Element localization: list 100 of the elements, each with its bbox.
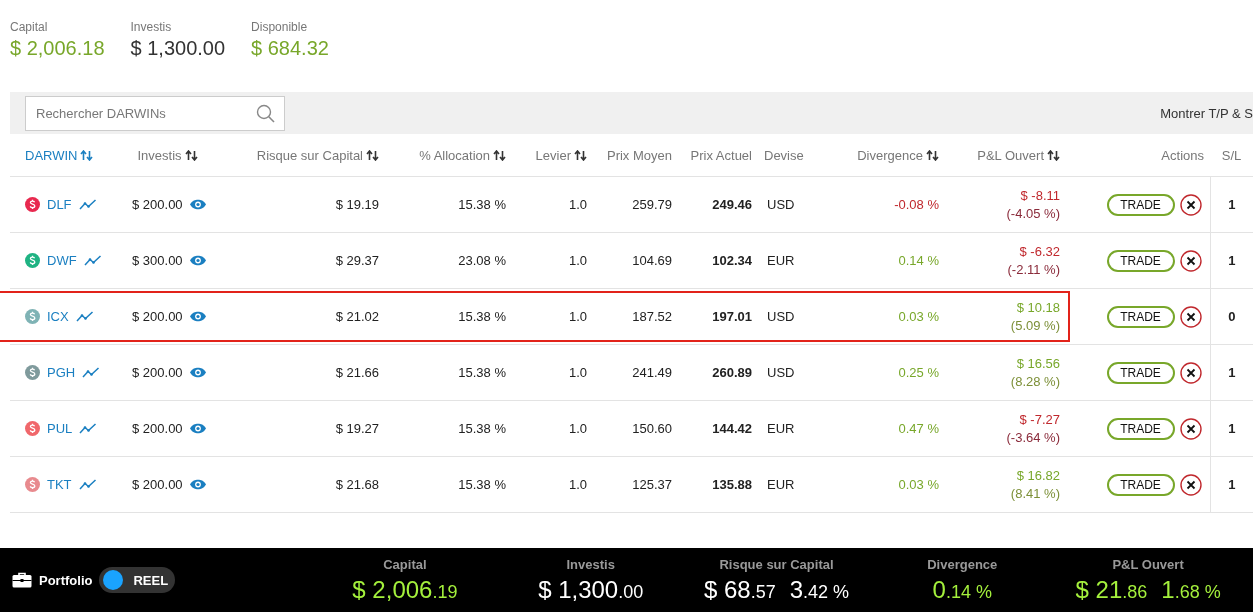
- stat-value: $ 68.57: [703, 575, 776, 604]
- table-cell: $ 21.02: [335, 309, 379, 324]
- sort-icon[interactable]: [574, 149, 587, 161]
- column-header: S/L: [1221, 147, 1242, 163]
- table-cell: 0.14 %: [898, 253, 939, 268]
- darwin-link[interactable]: PGH: [47, 365, 76, 380]
- table-cell: $ 21.66: [335, 365, 379, 380]
- sortable-column-header[interactable]: % Allocation: [419, 147, 506, 163]
- eye-icon[interactable]: [188, 255, 207, 266]
- stat-label: Investis: [566, 556, 615, 572]
- toggle-label[interactable]: Montrer T/P & S: [1160, 105, 1253, 121]
- close-icon[interactable]: [1179, 305, 1202, 328]
- table-cell: 1: [1228, 421, 1236, 436]
- table-cell: $ -8.11: [1020, 188, 1060, 203]
- table-cell: $ 10.18: [1016, 300, 1060, 315]
- eye-icon[interactable]: [188, 311, 207, 322]
- table-cell: 0.03 %: [898, 309, 939, 324]
- table-cell: 187.52: [632, 309, 672, 324]
- close-icon[interactable]: [1179, 417, 1202, 440]
- trend-chart-icon[interactable]: [82, 367, 101, 378]
- table-cell: 0.03 %: [898, 477, 939, 492]
- darwin-link[interactable]: DLF: [47, 197, 72, 212]
- stat-label: Divergence: [927, 556, 998, 572]
- table-cell: 241.49: [632, 365, 672, 380]
- briefcase-icon: [12, 572, 32, 588]
- close-icon[interactable]: [1179, 193, 1202, 216]
- table-cell: 23.08 %: [458, 253, 506, 268]
- stat-value: 3.42 %: [789, 575, 850, 604]
- trend-chart-icon[interactable]: [75, 311, 94, 322]
- summary-value: $ 684.32: [251, 37, 329, 60]
- table-cell: 197.01: [712, 309, 752, 324]
- column-header: Devise: [764, 147, 804, 163]
- stat-value: $ 1,300.00: [538, 575, 644, 604]
- trend-chart-icon[interactable]: [78, 199, 97, 210]
- sort-icon[interactable]: [366, 149, 379, 161]
- darwin-link[interactable]: ICX: [47, 309, 69, 324]
- darwin-link[interactable]: DWF: [47, 253, 77, 268]
- table-cell: 1.0: [568, 253, 587, 268]
- table-cell: $ 19.27: [335, 421, 379, 436]
- table-cell: 1.0: [568, 309, 587, 324]
- table-cell: 1: [1228, 477, 1236, 492]
- table-cell: 15.38 %: [458, 197, 506, 212]
- stat-value: $ 2,006.19: [352, 575, 458, 604]
- eye-icon[interactable]: [188, 423, 207, 434]
- darwin-link[interactable]: TKT: [47, 477, 72, 492]
- table-cell: 260.89: [712, 365, 752, 380]
- stat-label: Risque sur Capital: [719, 556, 834, 572]
- trade-button[interactable]: TRADE: [1106, 473, 1175, 496]
- sortable-column-header[interactable]: P&L Ouvert: [977, 147, 1060, 163]
- stat-label: Capital: [383, 556, 427, 572]
- summary-value: $ 2,006.18: [10, 37, 105, 60]
- table-cell: 1: [1228, 253, 1236, 268]
- trade-button[interactable]: TRADE: [1106, 193, 1175, 216]
- table-cell: $ 16.82: [1016, 468, 1060, 483]
- column-header: Prix Moyen: [606, 147, 672, 163]
- summary-label: Investis: [130, 20, 173, 34]
- table-cell: (-2.11 %): [1007, 262, 1060, 277]
- table-cell: 1: [1228, 365, 1236, 380]
- table-cell: USD: [767, 309, 795, 324]
- trade-button[interactable]: TRADE: [1106, 417, 1175, 440]
- table-cell: 104.69: [632, 253, 672, 268]
- mode-toggle[interactable]: REEL: [99, 567, 176, 593]
- table-cell: 1.0: [568, 197, 587, 212]
- table-cell: 1.0: [568, 365, 587, 380]
- table-cell: EUR: [767, 421, 795, 436]
- table-cell: $ 200.00: [132, 197, 183, 212]
- sortable-column-header[interactable]: DARWIN: [25, 147, 94, 163]
- trend-chart-icon[interactable]: [83, 255, 102, 266]
- table-cell: 0: [1228, 309, 1236, 324]
- table-cell: 1.0: [568, 477, 587, 492]
- sortable-column-header[interactable]: Investis: [137, 147, 198, 163]
- table-cell: EUR: [767, 477, 795, 492]
- trade-button[interactable]: TRADE: [1106, 305, 1175, 328]
- eye-icon[interactable]: [188, 367, 207, 378]
- close-icon[interactable]: [1179, 249, 1202, 272]
- sort-icon[interactable]: [184, 149, 198, 161]
- trend-chart-icon[interactable]: [78, 479, 97, 490]
- table-cell: $ 21.68: [335, 477, 379, 492]
- table-cell: $ 29.37: [335, 253, 379, 268]
- sort-icon[interactable]: [926, 149, 939, 161]
- sortable-column-header[interactable]: Levier: [535, 147, 587, 163]
- trade-button[interactable]: TRADE: [1106, 249, 1175, 272]
- close-icon[interactable]: [1179, 361, 1202, 384]
- eye-icon[interactable]: [188, 199, 207, 210]
- stat-value: 0.14 %: [932, 575, 992, 604]
- darwin-link[interactable]: PUL: [47, 421, 73, 436]
- sortable-column-header[interactable]: Risque sur Capital: [256, 147, 379, 163]
- eye-icon[interactable]: [188, 479, 207, 490]
- close-icon[interactable]: [1179, 473, 1202, 496]
- table-cell: 259.79: [632, 197, 672, 212]
- summary-label: Disponible: [251, 20, 309, 34]
- sort-icon[interactable]: [493, 149, 506, 161]
- sortable-column-header[interactable]: Divergence: [857, 147, 939, 163]
- sort-icon[interactable]: [1047, 149, 1060, 161]
- trend-chart-icon[interactable]: [79, 423, 98, 434]
- table-cell: $ 19.19: [335, 197, 379, 212]
- search-icon[interactable]: [256, 103, 275, 123]
- trade-button[interactable]: TRADE: [1106, 361, 1175, 384]
- table-cell: USD: [767, 197, 795, 212]
- search-field[interactable]: Rechercher DARWINs: [25, 95, 285, 131]
